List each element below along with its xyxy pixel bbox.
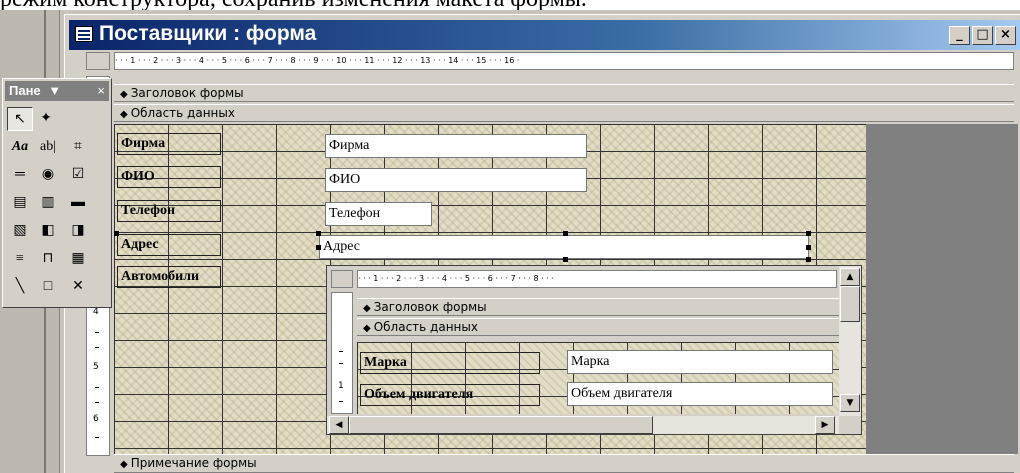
- textbox-phone[interactable]: Телефон: [325, 202, 432, 226]
- ruler-tick: [339, 363, 343, 364]
- toggle-tool-icon[interactable]: ═: [7, 163, 33, 187]
- label-brand[interactable]: Марка: [360, 352, 540, 374]
- subform-header-label: Заголовок формы: [373, 300, 487, 314]
- form-header-label: Заголовок формы: [130, 86, 244, 100]
- window-titlebar[interactable]: Поставщики : форма _ □ ×: [69, 20, 1020, 50]
- group-tool-icon[interactable]: ⌗: [65, 135, 91, 159]
- window-title: Поставщики : форма: [99, 22, 317, 45]
- pagebreak-tool-icon[interactable]: ≡: [7, 247, 33, 271]
- ruler-tick: [95, 387, 99, 388]
- toolbox-panel: Пане ▼ × ↖ ✦ Aa ab| ⌗ ═ ◉ ☑ ▤ ▥ ▬ ▧ ◧ ◨ …: [2, 78, 112, 308]
- ruler-number: 6: [93, 414, 99, 424]
- subform-tool-icon[interactable]: ▦: [65, 247, 91, 271]
- ruler-tick: [339, 351, 343, 352]
- label-address[interactable]: Адрес: [117, 234, 221, 256]
- subform-horizontal-ruler[interactable]: · · · 1 · · · 2 · · · 3 · · · 4 · · · 5 …: [357, 270, 837, 288]
- rectangle-tool-icon[interactable]: □: [35, 275, 61, 299]
- close-button[interactable]: ×: [995, 26, 1016, 45]
- ruler-tick: [339, 401, 343, 402]
- ruler-number: 4: [93, 307, 99, 317]
- combo-tool-icon[interactable]: ▤: [7, 191, 33, 215]
- design-surface-outside: [866, 124, 1018, 454]
- tab-tool-icon[interactable]: ⊓: [35, 247, 61, 271]
- checkbox-tool-icon[interactable]: ☑: [65, 163, 91, 187]
- horizontal-ruler[interactable]: · · · 1 · · · 2 · · · 3 · · · 4 · · · 5 …: [114, 52, 1014, 70]
- form-footer-label: Примечание формы: [130, 456, 257, 470]
- scroll-thumb[interactable]: [349, 416, 653, 434]
- detail-label: Область данных: [130, 106, 235, 120]
- section-arrow-icon: ◆: [363, 303, 371, 314]
- ruler-number: 5: [93, 362, 99, 372]
- subform-detail-label: Область данных: [373, 320, 478, 334]
- subform-header-band[interactable]: ◆ Заголовок формы: [357, 298, 839, 316]
- unbound-frame-tool-icon[interactable]: ◧: [35, 219, 61, 243]
- form-selector[interactable]: [86, 52, 110, 70]
- select-tool-icon[interactable]: ↖: [7, 107, 33, 131]
- label-fio[interactable]: ФИО: [117, 166, 221, 188]
- subform-detail-band[interactable]: ◆ Область данных: [357, 318, 839, 336]
- section-arrow-icon: ◆: [363, 323, 371, 334]
- scroll-up-icon[interactable]: ▲: [840, 268, 860, 286]
- ruler-tick: [95, 347, 99, 348]
- subform-horizontal-scrollbar[interactable]: ◀ ▶: [327, 416, 839, 434]
- label-phone[interactable]: Телефон: [117, 200, 221, 222]
- form-header-band[interactable]: ◆ Заголовок формы: [114, 84, 1014, 102]
- selection-handle[interactable]: [806, 231, 811, 236]
- subform-cars[interactable]: · · · 1 · · · 2 · · · 3 · · · 4 · · · 5 …: [326, 265, 862, 435]
- form-icon[interactable]: [75, 26, 93, 42]
- radio-tool-icon[interactable]: ◉: [35, 163, 61, 187]
- scroll-down-icon[interactable]: ▼: [840, 394, 860, 412]
- label-engine-volume[interactable]: Объем двигателя: [360, 384, 540, 406]
- ruler-tick: [95, 402, 99, 403]
- image-tool-icon[interactable]: ▧: [7, 219, 33, 243]
- textbox-tool-icon[interactable]: ab|: [35, 135, 61, 159]
- textbox-brand[interactable]: Марка: [567, 350, 833, 374]
- subform-vertical-scrollbar[interactable]: ▲ ▼: [839, 266, 861, 416]
- label-firm[interactable]: Фирма: [117, 133, 221, 155]
- section-arrow-icon: ◆: [120, 89, 128, 100]
- subform-vertical-ruler[interactable]: 1: [331, 292, 353, 414]
- wizard-tool-icon[interactable]: ✦: [33, 107, 59, 131]
- minimize-button[interactable]: _: [949, 26, 970, 45]
- ruler-number: 1: [338, 381, 344, 391]
- label-tool-icon[interactable]: Aa: [7, 135, 33, 159]
- textbox-address-selected[interactable]: Адрес: [319, 235, 809, 259]
- maximize-button[interactable]: □: [972, 26, 993, 45]
- textbox-firm[interactable]: Фирма: [325, 134, 587, 158]
- toolbox-titlebar[interactable]: Пане ▼ ×: [5, 81, 109, 101]
- scroll-thumb[interactable]: [840, 286, 860, 322]
- toolbox-close-icon[interactable]: ×: [97, 81, 105, 101]
- textbox-engine-volume[interactable]: Объем двигателя: [567, 382, 833, 406]
- selection-handle[interactable]: [806, 245, 811, 250]
- scroll-left-icon[interactable]: ◀: [329, 416, 349, 434]
- selection-handle[interactable]: [316, 245, 321, 250]
- selection-handle[interactable]: [316, 231, 321, 236]
- selection-handle[interactable]: [114, 231, 119, 236]
- selection-handle[interactable]: [563, 257, 568, 262]
- toolbox-title: Пане: [9, 83, 41, 98]
- scroll-right-icon[interactable]: ▶: [815, 416, 835, 434]
- label-cars[interactable]: Автомобили: [117, 266, 221, 288]
- ruler-tick: [95, 332, 99, 333]
- list-tool-icon[interactable]: ▥: [35, 191, 61, 215]
- subform-selector[interactable]: [331, 270, 353, 288]
- bound-frame-tool-icon[interactable]: ◨: [65, 219, 91, 243]
- button-tool-icon[interactable]: ▬: [65, 191, 91, 215]
- toolbox-menu-icon[interactable]: ▼: [48, 83, 61, 98]
- detail-band[interactable]: ◆ Область данных: [114, 104, 1014, 122]
- selection-handle[interactable]: [563, 231, 568, 236]
- ruler-tick: [95, 437, 99, 438]
- section-arrow-icon: ◆: [120, 109, 128, 120]
- line-tool-icon[interactable]: ╲: [7, 275, 33, 299]
- textbox-fio[interactable]: ФИО: [325, 168, 587, 192]
- more-tools-icon[interactable]: ✕: [65, 275, 91, 299]
- form-footer-band[interactable]: ◆ Примечание формы: [114, 454, 1014, 473]
- selection-handle[interactable]: [806, 257, 811, 262]
- document-caption: режим конструктора, сохранив изменения м…: [0, 0, 1020, 10]
- section-arrow-icon: ◆: [120, 459, 128, 470]
